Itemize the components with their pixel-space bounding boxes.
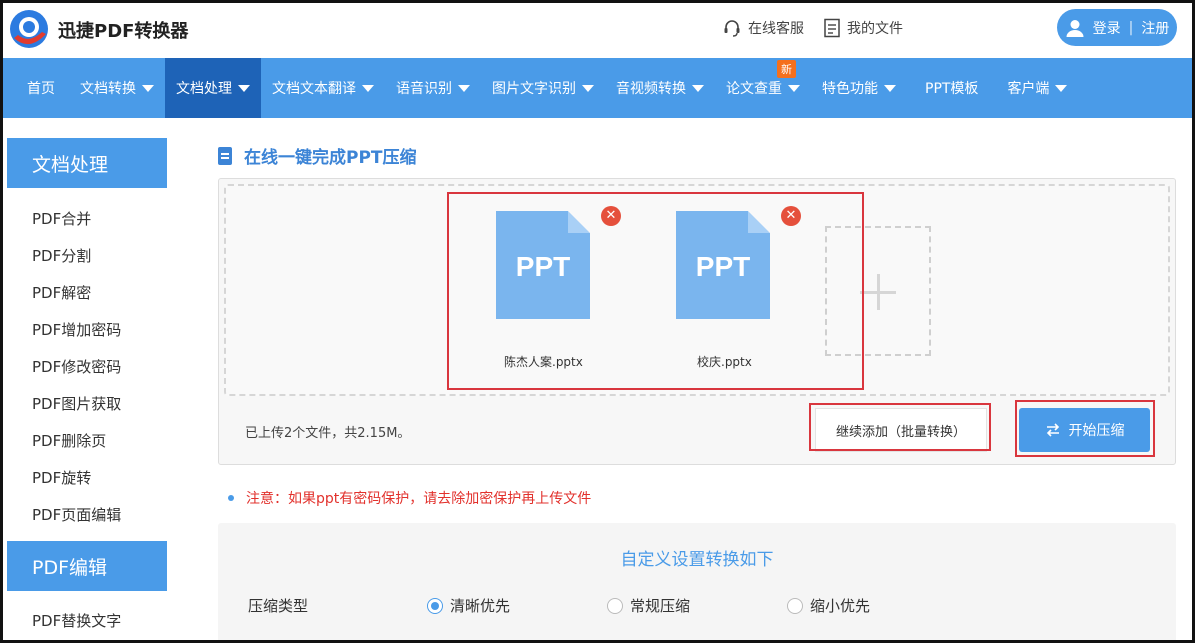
online-service-link[interactable]: 在线客服 — [722, 18, 804, 38]
caret-down-icon — [458, 84, 470, 92]
brand-name[interactable]: 迅捷PDF转换器 — [58, 17, 188, 43]
my-files-label: 我的文件 — [847, 21, 903, 37]
nav-item-doc-convert[interactable]: 文档转换 — [69, 58, 165, 118]
caret-down-icon — [884, 84, 896, 92]
header: 迅捷PDF转换器 在线客服 我的文件 登录 | 注册 — [0, 0, 1195, 58]
caret-down-icon — [692, 84, 704, 92]
sidebar-item-pdf-delete-pages[interactable]: PDF删除页 — [32, 430, 106, 451]
caret-down-icon — [362, 84, 374, 92]
login-register-button[interactable]: 登录 | 注册 — [1057, 9, 1177, 46]
nav-label: 语音识别 — [396, 81, 452, 97]
nav-label: 图片文字识别 — [492, 81, 576, 97]
my-files-link[interactable]: 我的文件 — [823, 18, 903, 38]
radio-clarity-first[interactable]: 清晰优先 — [427, 595, 510, 616]
radio-label: 清晰优先 — [450, 597, 511, 615]
app-logo-icon[interactable] — [8, 8, 50, 50]
upload-summary: 已上传2个文件，共2.15M。 — [245, 426, 411, 441]
radio-normal-compress[interactable]: 常规压缩 — [607, 595, 690, 616]
sidebar-item-pdf-replace-text[interactable]: PDF替换文字 — [32, 610, 121, 631]
bullet-dot — [228, 495, 234, 501]
document-icon — [218, 146, 232, 165]
nav-item-speech[interactable]: 语音识别 — [385, 58, 481, 118]
new-badge: 新 — [777, 60, 796, 78]
nav-label: 文档处理 — [176, 81, 232, 97]
highlight-box-continue — [809, 403, 991, 451]
nav-item-plagiarism[interactable]: 论文查重 新 — [715, 58, 811, 118]
radio-circle[interactable] — [427, 597, 443, 614]
radio-label: 常规压缩 — [630, 597, 691, 615]
caret-down-icon — [238, 84, 250, 92]
caret-down-icon — [1055, 84, 1068, 92]
nav-item-av-convert[interactable]: 音视频转换 — [605, 58, 715, 118]
login-separator: | — [1128, 19, 1134, 36]
settings-title: 自定义设置转换如下 — [620, 550, 774, 570]
nav-label: 文档转换 — [80, 81, 136, 97]
sidebar-item-pdf-extract-images[interactable]: PDF图片获取 — [32, 393, 121, 414]
nav-label: 客户端 — [1007, 81, 1050, 97]
radio-label: 缩小优先 — [810, 597, 871, 615]
highlight-box-start — [1015, 400, 1155, 457]
file-list-icon — [824, 18, 840, 38]
radio-size-first[interactable]: 缩小优先 — [787, 595, 870, 616]
nav-label: 首页 — [27, 81, 55, 97]
settings-panel — [218, 523, 1176, 643]
nav-label: PPT模板 — [925, 81, 979, 97]
notice: 注意：如果ppt有密码保护，请去除加密保护再上传文件 — [228, 488, 591, 508]
caret-down-icon — [142, 84, 154, 92]
sidebar-item-pdf-change-password[interactable]: PDF修改密码 — [32, 356, 121, 377]
sidebar-item-pdf-split[interactable]: PDF分割 — [32, 245, 91, 266]
highlight-box-files — [447, 192, 864, 390]
nav-label: 文档文本翻译 — [272, 81, 356, 97]
nav-item-translate[interactable]: 文档文本翻译 — [261, 58, 385, 118]
radio-circle[interactable] — [607, 597, 623, 614]
sidebar-item-pdf-decrypt[interactable]: PDF解密 — [32, 282, 91, 303]
user-icon — [1066, 19, 1084, 37]
page-title-text: 在线一键完成PPT压缩 — [244, 148, 417, 168]
sidebar-item-pdf-merge[interactable]: PDF合并 — [32, 208, 91, 229]
page-title: 在线一键完成PPT压缩 — [218, 143, 417, 168]
sidebar-item-pdf-rotate[interactable]: PDF旋转 — [32, 467, 91, 488]
sidebar-section-doc-process: 文档处理 — [7, 138, 167, 188]
sidebar-item-pdf-page-edit[interactable]: PDF页面编辑 — [32, 504, 121, 525]
nav-item-client[interactable]: 客户端 — [996, 58, 1078, 118]
headset-icon — [724, 20, 740, 37]
caret-down-icon — [788, 84, 800, 92]
nav-item-ocr[interactable]: 图片文字识别 — [481, 58, 605, 118]
nav-label: 论文查重 — [726, 81, 782, 97]
login-label[interactable]: 登录 — [1093, 18, 1121, 38]
online-service-label: 在线客服 — [748, 21, 804, 37]
nav-item-ppt-templates[interactable]: PPT模板 — [907, 58, 996, 118]
main-nav: 首页 文档转换 文档处理 文档文本翻译 语音识别 图片文字识别 音视频转换 论文… — [3, 58, 1192, 118]
radio-circle[interactable] — [787, 597, 803, 614]
compression-type-label: 压缩类型 — [248, 597, 309, 615]
sidebar-section-pdf-edit: PDF编辑 — [7, 541, 167, 591]
notice-text: 注意：如果ppt有密码保护，请去除加密保护再上传文件 — [246, 491, 592, 507]
caret-down-icon — [582, 84, 594, 92]
nav-item-home[interactable]: 首页 — [3, 58, 69, 118]
sidebar-item-pdf-add-password[interactable]: PDF增加密码 — [32, 319, 121, 340]
nav-label: 特色功能 — [822, 81, 878, 97]
nav-item-doc-process[interactable]: 文档处理 — [165, 58, 261, 118]
register-label[interactable]: 注册 — [1141, 18, 1169, 38]
nav-label: 音视频转换 — [616, 81, 686, 97]
nav-item-features[interactable]: 特色功能 — [811, 58, 907, 118]
